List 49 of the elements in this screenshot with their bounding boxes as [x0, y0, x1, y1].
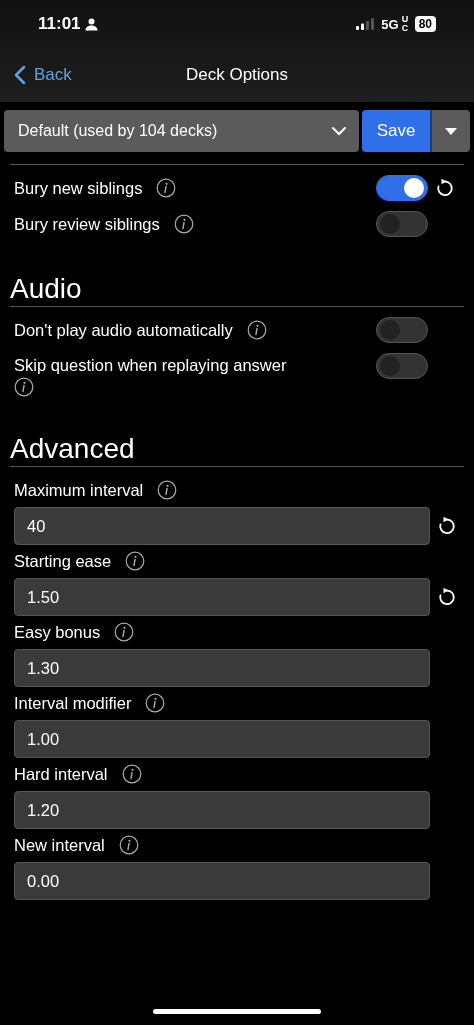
- info-icon[interactable]: [14, 377, 34, 397]
- setting-label: Hard interval: [14, 764, 108, 784]
- save-menu-button[interactable]: [430, 110, 470, 152]
- toggle-switch[interactable]: [376, 353, 428, 379]
- info-icon[interactable]: [145, 693, 166, 713]
- network-suffix: UC: [401, 15, 409, 33]
- page-title: Deck Options: [186, 65, 288, 85]
- section-heading: Advanced: [10, 433, 136, 465]
- setting-label: Starting ease: [14, 551, 112, 571]
- back-button[interactable]: Back: [0, 65, 72, 85]
- reset-icon[interactable]: [437, 587, 457, 607]
- preset-dropdown[interactable]: Default (used by 104 decks): [4, 110, 359, 152]
- info-icon[interactable]: [125, 551, 146, 571]
- setting-label: Bury new siblings: [14, 178, 143, 198]
- signal-icon: [356, 18, 375, 30]
- number-field[interactable]: 1.30: [14, 649, 430, 687]
- battery-level: 80: [414, 16, 436, 32]
- setting-label: Interval modifier: [14, 693, 132, 713]
- setting-label: Bury review siblings: [14, 214, 160, 234]
- info-icon[interactable]: [246, 320, 267, 340]
- number-field[interactable]: 1.50: [14, 578, 430, 616]
- info-icon[interactable]: [118, 835, 139, 855]
- caret-icon: [445, 127, 457, 135]
- toggle-switch[interactable]: [376, 175, 428, 201]
- save-button[interactable]: Save: [362, 110, 430, 152]
- number-field[interactable]: 40: [14, 507, 430, 545]
- setting-label: Don't play audio automatically: [14, 320, 233, 340]
- info-icon[interactable]: [156, 178, 177, 198]
- reset-icon[interactable]: [437, 516, 457, 536]
- info-icon[interactable]: [114, 622, 135, 642]
- clock-time: 11:01: [38, 14, 81, 34]
- info-icon[interactable]: [121, 764, 142, 784]
- number-field[interactable]: 0.00: [14, 862, 430, 900]
- number-field[interactable]: 1.20: [14, 791, 430, 829]
- toggle-switch[interactable]: [376, 317, 428, 343]
- person-icon: [84, 17, 98, 31]
- info-icon[interactable]: [173, 214, 194, 234]
- setting-label: Skip question when replaying answer: [14, 356, 287, 375]
- setting-label: New interval: [14, 835, 105, 855]
- chevron-left-icon: [14, 65, 26, 85]
- section-heading: Audio: [10, 273, 83, 305]
- chevron-down-icon: [331, 126, 347, 136]
- setting-label: Maximum interval: [14, 480, 144, 500]
- number-field[interactable]: 1.00: [14, 720, 430, 758]
- info-icon[interactable]: [157, 480, 178, 500]
- network-label: 5G: [381, 16, 399, 32]
- setting-label: Easy bonus: [14, 622, 101, 642]
- toggle-switch[interactable]: [376, 211, 428, 237]
- reset-icon[interactable]: [435, 178, 455, 198]
